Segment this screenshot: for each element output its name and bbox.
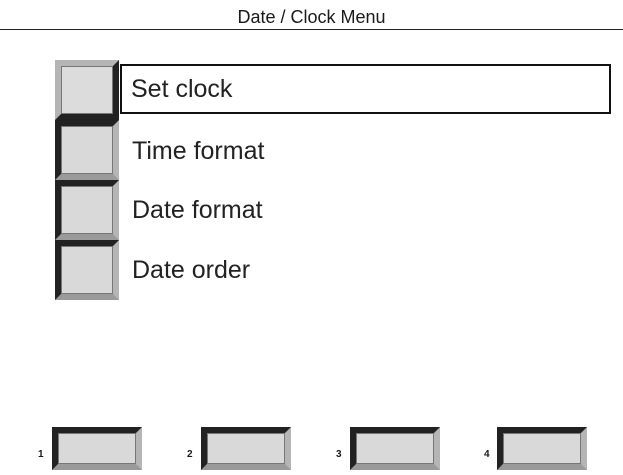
menu-item-time-format-label[interactable]: Time format (132, 136, 264, 166)
softkey-3-number: 3 (336, 449, 342, 460)
softkey-2-button[interactable] (201, 427, 291, 470)
softkey-4-button[interactable] (497, 427, 587, 470)
menu-item-date-format-button[interactable] (55, 180, 119, 240)
softkey-2-number: 2 (187, 449, 193, 460)
menu-item-date-order-label[interactable]: Date order (132, 255, 250, 285)
menu-title: Date / Clock Menu (0, 0, 623, 30)
menu-item-date-order-button[interactable] (55, 240, 119, 300)
menu-item-date-format-label[interactable]: Date format (132, 195, 263, 225)
menu-item-set-clock-button[interactable] (55, 60, 119, 120)
menu-item-set-clock-label[interactable]: Set clock (120, 64, 611, 114)
softkey-1-number: 1 (38, 449, 44, 460)
menu-item-time-format-button[interactable] (55, 120, 119, 180)
softkey-1-button[interactable] (52, 427, 142, 470)
softkey-3-button[interactable] (350, 427, 440, 470)
softkey-4-number: 4 (484, 449, 490, 460)
